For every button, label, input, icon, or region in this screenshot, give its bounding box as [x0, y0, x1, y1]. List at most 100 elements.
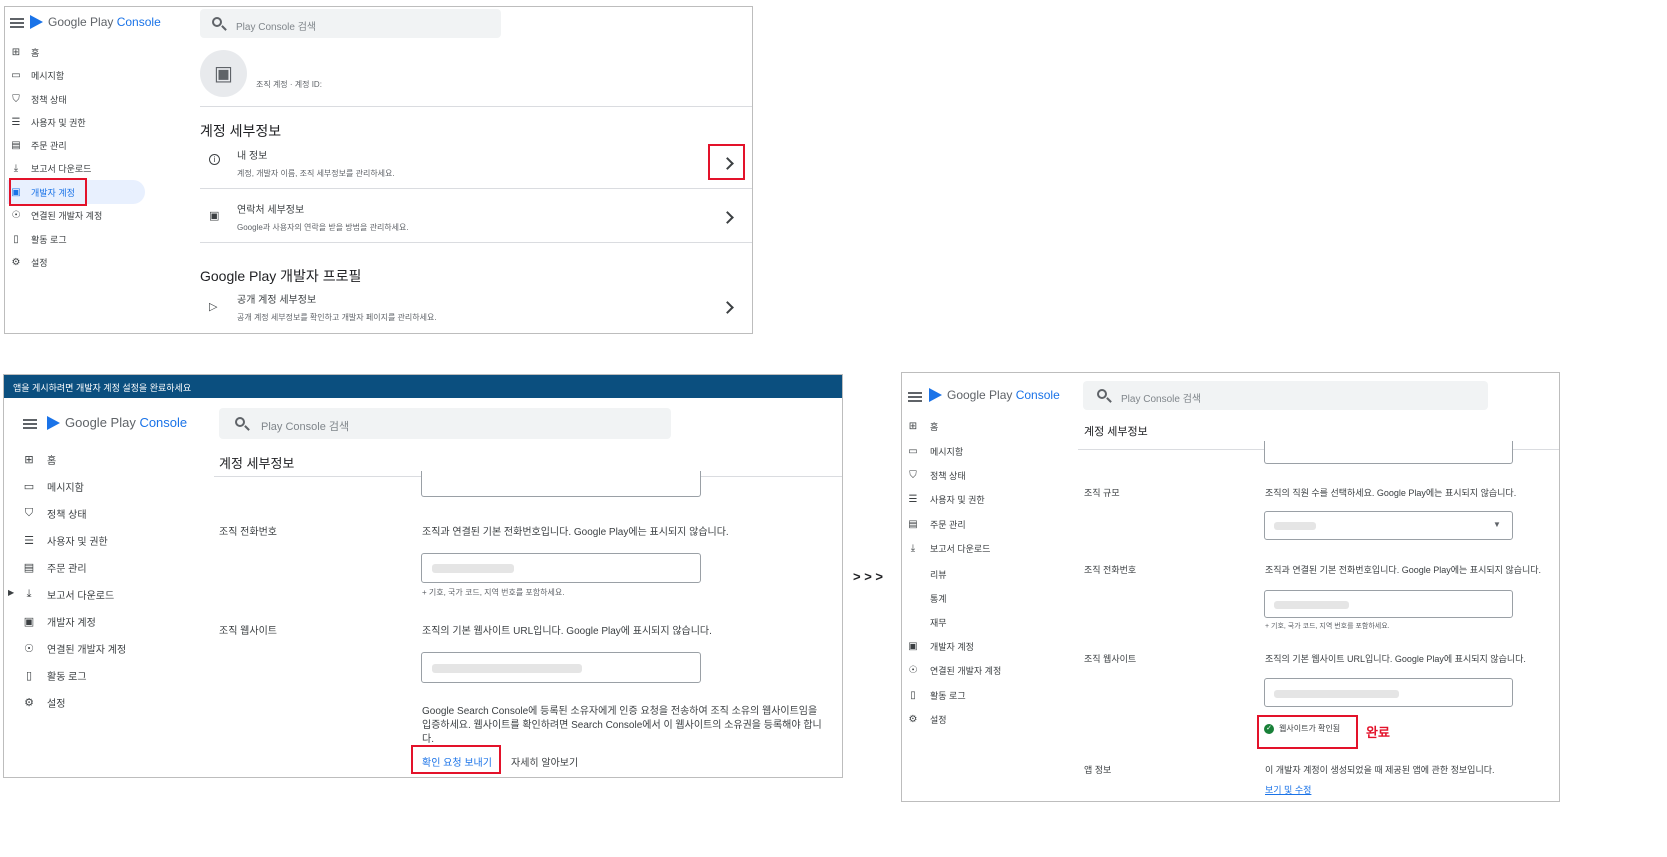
app-info-description: 이 개발자 계정이 생성되었을 때 제공된 앱에 관한 정보입니다. [1265, 765, 1495, 775]
badge-icon: ▣ [23, 616, 35, 628]
card-icon: ▤ [11, 140, 21, 151]
row-my-info[interactable]: i 내 정보 계정, 개발자 이름, 조직 세부정보를 관리하세요. [200, 141, 752, 189]
google-play-console-logo[interactable]: Google Play Console [47, 415, 187, 430]
nav-subitem-reviews[interactable]: 리뷰 [930, 568, 947, 581]
nav-item-orders[interactable]: ▤ 주문 관리 [21, 560, 87, 575]
nav-item-developer-account[interactable]: ▣ 개발자 계정 [906, 640, 974, 653]
play-outline-icon: ▷ [209, 301, 218, 313]
row-title: 연락처 세부정보 [237, 205, 305, 216]
phone-value-blurred [432, 564, 514, 573]
link-circle-icon: ☉ [11, 210, 21, 221]
nav-item-policy[interactable]: ⛉ 정책 상태 [21, 506, 87, 521]
flow-arrow: > > > [853, 569, 883, 584]
shield-icon: ⛉ [909, 470, 917, 481]
highlight-my-info-chevron [708, 144, 745, 180]
row-subtitle: Google과 사용자의 연락을 받을 방법을 관리하세요. [237, 223, 409, 232]
nav-item-linked-accounts[interactable]: ☉ 연결된 개발자 계정 [21, 641, 126, 656]
website-input[interactable] [1264, 678, 1513, 707]
nav-item-policy[interactable]: ⛉ 정책 상태 [9, 93, 66, 106]
google-play-console-logo[interactable]: Google Play Console [929, 388, 1060, 402]
search-bar[interactable]: Play Console 검색 [1083, 381, 1488, 410]
menu-icon[interactable] [10, 18, 24, 28]
size-dropdown[interactable]: ▼ [1264, 511, 1513, 540]
nav-item-downloads[interactable]: ⤓ 보고서 다운로드 [21, 587, 115, 602]
search-placeholder: Play Console 검색 [236, 22, 317, 33]
nav-item-users[interactable]: ☰ 사용자 및 권한 [906, 493, 985, 506]
users-icon: ☰ [11, 117, 21, 128]
nav-item-orders[interactable]: ▤ 주문 관리 [9, 139, 66, 152]
search-bar[interactable]: Play Console 검색 [200, 9, 501, 38]
phone-input[interactable] [1264, 590, 1513, 618]
website-input[interactable] [421, 652, 701, 683]
nav-item-users[interactable]: ☰ 사용자 및 권한 [9, 116, 86, 129]
nav-item-home[interactable]: ⊞ 홈 [9, 46, 39, 59]
chevron-right-icon[interactable] [721, 301, 734, 314]
learn-more-link[interactable]: 자세히 알아보기 [511, 754, 578, 769]
expand-caret-icon[interactable]: ▶ [8, 588, 14, 597]
previous-field[interactable] [421, 471, 701, 497]
nav-item-activity-log[interactable]: ▯ 활동 로그 [9, 233, 66, 246]
nav-item-inbox[interactable]: ▭ 메시지함 [9, 69, 64, 82]
shield-icon: ⛉ [24, 507, 34, 519]
chevron-right-icon[interactable] [721, 211, 734, 224]
row-public-account-details[interactable]: ▷ 공개 계정 세부정보 공개 계정 세부정보를 확인하고 개발자 페이지를 관… [200, 287, 752, 331]
view-edit-link[interactable]: 보기 및 수정 [1265, 783, 1311, 796]
search-icon [1097, 389, 1107, 399]
account-meta: 조직 계정 · 계정 ID: [256, 80, 322, 89]
panel-website-verification: 앱을 게시하려면 개발자 계정 설정을 완료하세요 Google Play Co… [3, 374, 843, 778]
inbox-icon: ▭ [908, 446, 918, 457]
previous-dropdown[interactable] [1264, 441, 1513, 464]
nav-item-inbox[interactable]: ▭ 메시지함 [906, 445, 963, 458]
nav-item-home[interactable]: ⊞ 홈 [21, 452, 56, 467]
info-icon: i [209, 154, 220, 165]
phone-input[interactable] [421, 553, 701, 583]
gear-icon: ⚙ [908, 714, 918, 725]
highlight-send-request [411, 745, 501, 774]
dropdown-caret-icon: ▼ [1493, 520, 1501, 529]
highlight-verified [1257, 715, 1358, 749]
search-icon [212, 17, 222, 27]
search-icon [235, 417, 245, 427]
nav-item-linked-accounts[interactable]: ☉ 연결된 개발자 계정 [906, 664, 1002, 677]
nav-item-inbox[interactable]: ▭ 메시지함 [21, 479, 84, 494]
nav-subitem-statistics[interactable]: 통계 [930, 592, 947, 605]
document-icon: ▯ [910, 690, 916, 701]
nav-item-downloads[interactable]: ⤓ 보고서 다운로드 [906, 542, 991, 555]
nav-item-orders[interactable]: ▤ 주문 관리 [906, 518, 965, 531]
menu-icon[interactable] [23, 419, 37, 429]
inbox-icon: ▭ [23, 481, 35, 493]
nav-item-users[interactable]: ☰ 사용자 및 권한 [21, 533, 108, 548]
menu-icon[interactable] [908, 392, 922, 402]
row-contact-details[interactable]: ▣ 연락처 세부정보 Google과 사용자의 연락을 받을 방법을 관리하세요… [200, 195, 752, 243]
shield-icon: ⛉ [12, 94, 20, 105]
phone-label: 조직 전화번호 [219, 527, 277, 538]
nav-item-settings[interactable]: ⚙ 설정 [21, 695, 65, 710]
row-title: 공개 계정 세부정보 [237, 295, 317, 306]
nav-item-activity-log[interactable]: ▯ 활동 로그 [906, 689, 965, 702]
nav-item-home[interactable]: ⊞ 홈 [906, 420, 938, 433]
link-circle-icon: ☉ [908, 665, 918, 676]
google-play-console-logo[interactable]: Google Play Console [30, 15, 161, 29]
search-placeholder: Play Console 검색 [1121, 394, 1202, 405]
nav-item-activity-log[interactable]: ▯ 활동 로그 [21, 668, 87, 683]
grid-icon: ⊞ [24, 454, 34, 466]
nav-item-settings[interactable]: ⚙ 설정 [9, 256, 48, 269]
nav-item-developer-account[interactable]: ▣ 개발자 계정 [21, 614, 96, 629]
nav-item-policy[interactable]: ⛉ 정책 상태 [906, 469, 965, 482]
verify-info-line1: Google Search Console에 등록된 소유자에게 인증 요청을 … [422, 706, 818, 717]
nav-item-linked-accounts[interactable]: ☉ 연결된 개발자 계정 [9, 209, 103, 222]
phone-value-blurred [1274, 601, 1349, 609]
phone-description: 조직과 연결된 기본 전화번호입니다. Google Play에는 표시되지 않… [1265, 565, 1542, 575]
download-icon: ⤓ [26, 588, 32, 600]
verify-info-line3: 다. [422, 734, 434, 745]
website-description: 조직의 기본 웹사이트 URL입니다. Google Play에 표시되지 않습… [1265, 654, 1526, 664]
download-icon: ⤓ [910, 543, 916, 554]
nav-subitem-finance[interactable]: 재무 [930, 616, 947, 629]
section-title-account-details: 계정 세부정보 [200, 123, 282, 139]
search-bar[interactable]: Play Console 검색 [219, 408, 671, 439]
nav-item-downloads[interactable]: ⤓ 보고서 다운로드 [9, 162, 92, 175]
website-label: 조직 웹사이트 [219, 626, 277, 637]
panel-account-details-overview: Google Play Console Play Console 검색 ⊞ 홈 ▭… [4, 6, 753, 334]
page-title: 계정 세부정보 [1084, 426, 1148, 438]
nav-item-settings[interactable]: ⚙ 설정 [906, 713, 947, 726]
